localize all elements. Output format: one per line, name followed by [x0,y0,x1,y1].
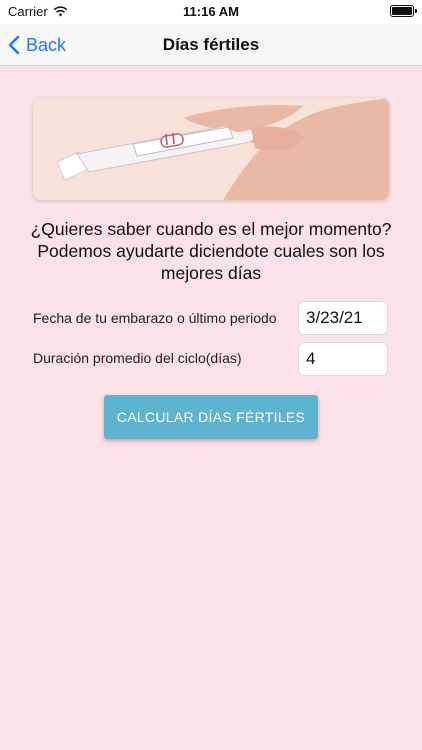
calculate-fertile-days-button[interactable]: CALCULAR DÍAS FÉRTILES [104,395,318,439]
navigation-bar: Back Días fértiles [0,24,422,66]
status-time: 11:16 AM [183,4,239,19]
battery-icon [390,5,417,17]
cycle-length-label: Duración promedio del ciclo(días) [33,350,242,366]
status-bar: Carrier 11:16 AM [0,0,422,24]
page-title: Días fértiles [162,35,260,54]
headline-text: ¿Quieres saber cuando es el mejor moment… [30,219,392,283]
pregnancy-test-illustration [33,98,389,200]
last-period-label: Fecha de tu embarazo o último periodo [33,310,277,326]
cycle-length-input[interactable] [298,342,388,376]
last-period-date-input[interactable] [298,301,388,335]
hero-image [33,98,389,200]
